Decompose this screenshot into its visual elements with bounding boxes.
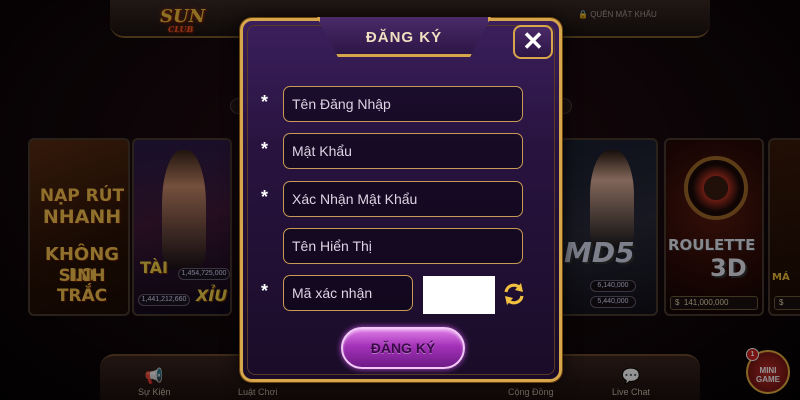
- password-input[interactable]: [283, 133, 523, 169]
- captcha-image: [423, 276, 495, 314]
- display-name-row: [261, 228, 523, 264]
- required-marker: *: [261, 281, 269, 301]
- confirm-password-row: *: [261, 181, 523, 217]
- confirm-password-input[interactable]: [283, 181, 523, 217]
- captcha-input[interactable]: [283, 275, 413, 311]
- required-marker: *: [261, 92, 269, 112]
- refresh-icon: [504, 283, 524, 305]
- display-name-input[interactable]: [283, 228, 523, 264]
- refresh-captcha-button[interactable]: [501, 281, 527, 307]
- close-icon: ✕: [522, 26, 544, 56]
- register-modal: ĐĂNG KÝ ✕ * * * * ĐĂNG KÝ: [240, 17, 562, 382]
- register-submit-button[interactable]: ĐĂNG KÝ: [341, 327, 465, 369]
- password-row: *: [261, 133, 523, 169]
- close-button[interactable]: ✕: [513, 25, 553, 59]
- username-row: *: [261, 86, 523, 122]
- required-marker: *: [261, 139, 269, 159]
- required-marker: *: [261, 187, 269, 207]
- username-input[interactable]: [283, 86, 523, 122]
- modal-title: ĐĂNG KÝ: [365, 29, 443, 46]
